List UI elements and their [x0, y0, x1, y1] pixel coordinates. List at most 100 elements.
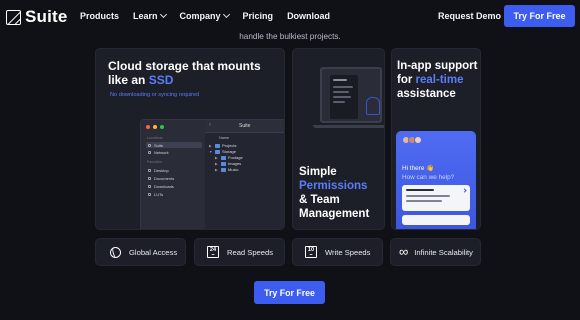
try-for-free-button[interactable]: Try For Free [504, 5, 575, 27]
panel-line [333, 91, 349, 93]
menu-label: Company [179, 11, 221, 21]
send-message-box [402, 185, 470, 211]
list-item: ▼ Storage [209, 149, 236, 154]
list-item: ▶ Footage [215, 155, 243, 160]
list-item: ▶ Music [215, 167, 238, 172]
sidebar-group-favorites: Favorites [147, 160, 162, 164]
drive-icon [148, 143, 151, 147]
document-icon [148, 176, 151, 180]
disclosure-icon: ▼ [209, 149, 213, 154]
feature-infinite-scalability: ∞ Infinite Scalability [390, 238, 481, 266]
sidebar-label: Suite [154, 142, 164, 148]
item-label: Storage [222, 149, 237, 154]
suite-logo-icon [6, 9, 21, 25]
close-dot-icon [146, 125, 150, 129]
question-text: How can we help? [402, 173, 455, 181]
laptop-base [313, 125, 384, 128]
menu-label: Download [287, 11, 331, 21]
chevron-left-icon: ‹ [209, 122, 211, 128]
title-line: Simple [299, 166, 337, 178]
finder-sidebar: Locations Suite Network Favorites Deskto… [141, 120, 205, 229]
chevron-down-icon [222, 10, 230, 19]
sidebar-item-luts: LUTs [146, 191, 202, 197]
chat-widget-illustration: Hi there 👋 How can we help? [396, 131, 476, 229]
window-controls [146, 125, 164, 129]
sidebar-item-downloads: Downloads [146, 183, 202, 189]
agent-avatars [402, 136, 422, 144]
storage-card-title: Cloud storage that mounts like an SSD [108, 59, 278, 87]
menu-item-company[interactable]: Company [179, 10, 230, 21]
desktop-icon [148, 168, 151, 172]
send-arrow-icon [462, 188, 467, 193]
main-menu: Products Learn Company Pricing Download [80, 10, 344, 21]
panel-line [333, 96, 351, 98]
sidebar-item-network: Network [146, 149, 202, 155]
title-line: Management [299, 208, 370, 220]
sidebar-label: Downloads [154, 183, 174, 189]
feature-label: Infinite Scalability [414, 247, 473, 257]
menu-label: Learn [133, 11, 158, 21]
menu-label: Pricing [242, 11, 274, 21]
title-accent: SSD [148, 73, 174, 87]
title-accent: real-time [415, 74, 464, 86]
feature-label: Global Access [129, 247, 178, 257]
avatar [414, 136, 422, 144]
title-text: assistance [397, 88, 456, 100]
network-icon [148, 150, 151, 154]
sidebar-item-documents: Documents [146, 175, 202, 181]
disclosure-icon: ▶ [209, 143, 212, 148]
folder-icon [221, 161, 226, 166]
menu-item-products[interactable]: Products [80, 11, 119, 21]
menu-label: Products [80, 11, 120, 21]
feature-label: Read Speeds [227, 247, 274, 257]
support-card-title: In-app support for real-time assistance [397, 59, 480, 101]
sidebar-item-desktop: Desktop [146, 167, 202, 173]
menu-item-download[interactable]: Download [287, 11, 330, 21]
permissions-feature-card: Simple Permissions & Team Management [292, 48, 385, 230]
speed-10-icon: 10 ▬ [305, 246, 317, 258]
panel-line [333, 101, 345, 103]
greeting-text: Hi there 👋 [402, 165, 435, 172]
folder-icon [221, 167, 226, 172]
hero-tagline: handle the bulkiest projects. [239, 32, 341, 41]
try-for-free-button-bottom[interactable]: Try For Free [254, 281, 325, 304]
list-item: ▶ Images [215, 161, 241, 166]
zoom-dot-icon [160, 125, 164, 129]
text-line [406, 200, 442, 202]
storage-feature-card: Cloud storage that mounts like an SSD No… [95, 48, 285, 230]
menu-item-pricing[interactable]: Pricing [243, 11, 274, 21]
item-label: Music [228, 167, 239, 172]
sidebar-label: Network [154, 149, 169, 155]
storage-card-subtitle: No downloading or syncing required [110, 92, 200, 98]
chevron-down-icon [159, 10, 167, 19]
sidebar-label: Desktop [154, 167, 169, 173]
logo[interactable]: Suite [6, 7, 68, 27]
finder-title: Suite [239, 123, 251, 129]
permissions-card-title: Simple Permissions & Team Management [299, 165, 384, 221]
finder-toolbar: ‹ Suite [205, 120, 284, 133]
title-line: & Team [299, 194, 340, 206]
menu-item-learn[interactable]: Learn [133, 10, 167, 21]
folder-icon [148, 192, 151, 196]
feature-label: Write Speeds [325, 247, 371, 257]
logo-text: Suite [25, 7, 68, 26]
sidebar-label: LUTs [154, 191, 164, 197]
disclosure-icon: ▶ [215, 155, 218, 160]
sidebar-group-locations: Locations [147, 136, 163, 140]
item-label: Images [228, 161, 242, 166]
disclosure-icon: ▶ [215, 161, 218, 166]
request-demo-link[interactable]: Request Demo [438, 11, 501, 21]
infinity-icon: ∞ [399, 244, 409, 259]
minimize-dot-icon [153, 125, 157, 129]
title-accent: Permissions [299, 180, 368, 192]
feature-global-access: Global Access [95, 238, 186, 266]
item-label: Footage [228, 155, 243, 160]
globe-icon [110, 246, 121, 258]
text-line [406, 189, 434, 191]
chat-greeting: Hi there 👋 How can we help? [402, 165, 454, 182]
folder-icon [215, 149, 220, 154]
item-label: Projects [222, 143, 237, 148]
laptop-illustration [320, 67, 382, 123]
text-line [406, 195, 450, 197]
disclosure-icon: ▶ [215, 167, 218, 172]
